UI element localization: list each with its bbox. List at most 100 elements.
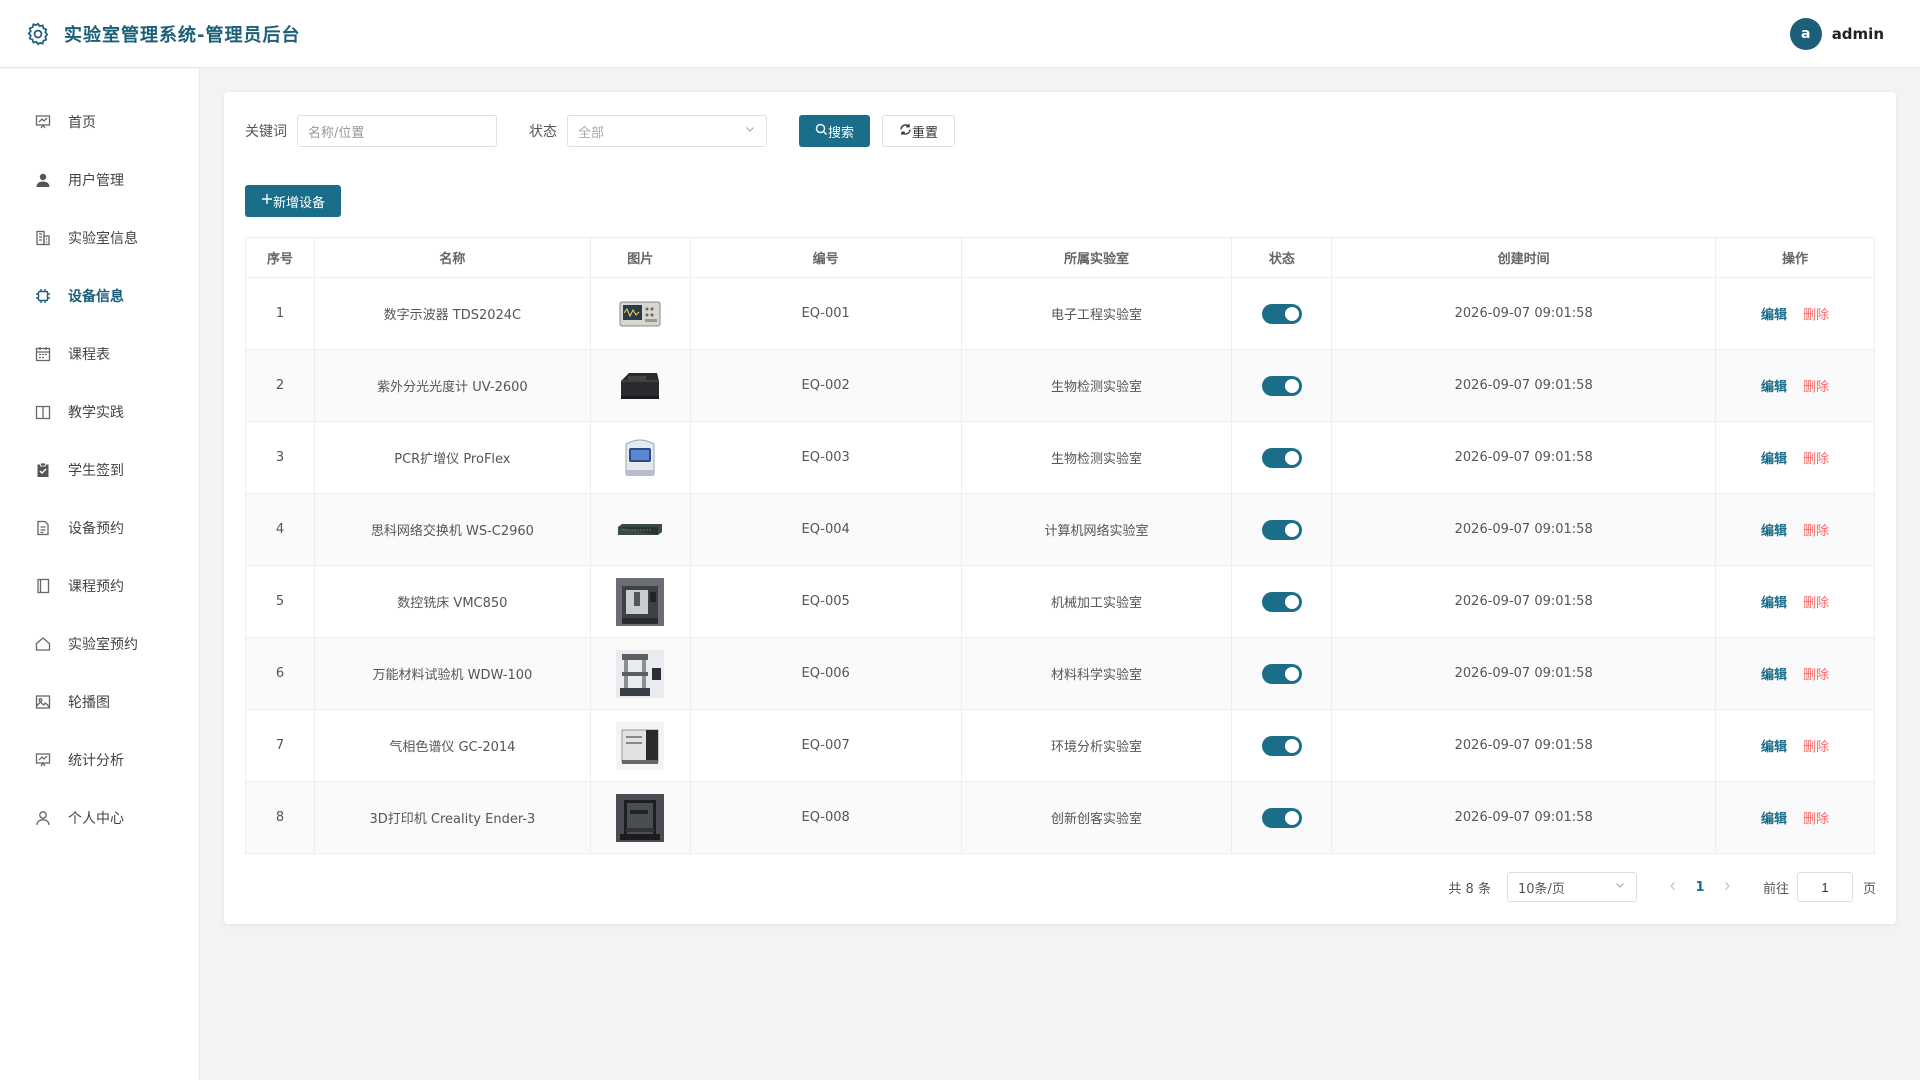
prev-page-button[interactable] bbox=[1661, 880, 1685, 895]
sidebar-item-carousel[interactable]: 轮播图 bbox=[0, 673, 199, 731]
chevron-down-icon bbox=[744, 123, 756, 139]
delete-button[interactable]: 删除 bbox=[1803, 812, 1829, 827]
sidebar: 首页 用户管理 实验室信息 设备信息 课程表 教学实践 学生签到 设备预约 课程… bbox=[0, 69, 200, 1080]
status-switch[interactable] bbox=[1261, 447, 1302, 468]
cell-created: 2026-09-07 09:01:58 bbox=[1331, 565, 1717, 638]
sidebar-item-label: 统计分析 bbox=[68, 753, 124, 769]
spectrophotometer-image[interactable] bbox=[615, 361, 665, 411]
sidebar-item-label: 设备信息 bbox=[68, 289, 124, 305]
sidebar-item-profile[interactable]: 个人中心 bbox=[0, 789, 199, 847]
sidebar-item-checkin[interactable]: 学生签到 bbox=[0, 441, 199, 499]
goto-page-input[interactable] bbox=[1796, 872, 1853, 902]
table-row: 3 PCR扩增仪 ProFlex EQ-003 生物检测实验室 2026-09-… bbox=[245, 421, 1875, 494]
equipment-panel: 关键词 名称/位置 状态 全部 搜索 重置 新增设备 序号 名称 图片 编号 所… bbox=[224, 92, 1896, 924]
table-row: 1 数字示波器 TDS2024C EQ-001 电子工程实验室 2026-09-… bbox=[245, 277, 1875, 350]
sidebar-item-equipment-booking[interactable]: 设备预约 bbox=[0, 499, 199, 557]
reset-button-label: 重置 bbox=[912, 125, 939, 141]
table-row: 8 3D打印机 Creality Ender-3 EQ-008 创新创客实验室 … bbox=[245, 781, 1875, 854]
sidebar-item-labs[interactable]: 实验室信息 bbox=[0, 209, 199, 267]
status-switch[interactable] bbox=[1261, 519, 1302, 540]
next-page-button[interactable] bbox=[1715, 880, 1739, 895]
delete-button[interactable]: 删除 bbox=[1803, 596, 1829, 611]
avatar[interactable]: a bbox=[1789, 18, 1822, 50]
status-select[interactable]: 全部 bbox=[567, 115, 767, 147]
status-switch[interactable] bbox=[1261, 591, 1302, 612]
cell-name: 气相色谱仪 GC-2014 bbox=[313, 709, 591, 782]
sidebar-item-schedule[interactable]: 课程表 bbox=[0, 325, 199, 383]
edit-button[interactable]: 编辑 bbox=[1761, 452, 1787, 467]
cell-code: EQ-004 bbox=[689, 493, 962, 566]
cell-code: EQ-006 bbox=[689, 637, 962, 710]
delete-button[interactable]: 删除 bbox=[1803, 740, 1829, 755]
cell-created: 2026-09-07 09:01:58 bbox=[1331, 637, 1717, 710]
top-bar: 实验室管理系统-管理员后台 a admin bbox=[0, 0, 1920, 68]
table-row: 6 万能材料试验机 WDW-100 EQ-006 材料科学实验室 2026-09… bbox=[245, 637, 1875, 710]
sidebar-item-users[interactable]: 用户管理 bbox=[0, 151, 199, 209]
search-icon bbox=[815, 123, 828, 140]
sidebar-item-equipment[interactable]: 设备信息 bbox=[0, 267, 199, 325]
cell-lab: 生物检测实验室 bbox=[960, 421, 1233, 494]
sidebar-item-label: 轮播图 bbox=[68, 695, 110, 711]
status-switch[interactable] bbox=[1261, 303, 1302, 324]
edit-button[interactable]: 编辑 bbox=[1761, 596, 1787, 611]
edit-button[interactable]: 编辑 bbox=[1761, 740, 1787, 755]
delete-button[interactable]: 删除 bbox=[1803, 308, 1829, 323]
status-switch[interactable] bbox=[1261, 375, 1302, 396]
material-tester-image[interactable] bbox=[615, 649, 665, 699]
status-switch[interactable] bbox=[1261, 735, 1302, 756]
cell-index: 6 bbox=[245, 637, 315, 710]
network-switch-image[interactable] bbox=[615, 505, 665, 555]
table-row: 7 气相色谱仪 GC-2014 EQ-007 环境分析实验室 2026-09-0… bbox=[245, 709, 1875, 782]
status-switch[interactable] bbox=[1261, 807, 1302, 828]
chevron-down-icon bbox=[1614, 879, 1626, 895]
table-row: 2 紫外分光光度计 UV-2600 EQ-002 生物检测实验室 2026-09… bbox=[245, 349, 1875, 422]
delete-button[interactable]: 删除 bbox=[1803, 380, 1829, 395]
sidebar-item-label: 课程表 bbox=[68, 347, 110, 363]
username[interactable]: admin bbox=[1832, 25, 1884, 43]
status-switch[interactable] bbox=[1261, 663, 1302, 684]
sidebar-item-lab-booking[interactable]: 实验室预约 bbox=[0, 615, 199, 673]
keyword-label: 关键词 bbox=[245, 124, 287, 140]
cell-index: 4 bbox=[245, 493, 315, 566]
cell-lab: 生物检测实验室 bbox=[960, 349, 1233, 422]
edit-button[interactable]: 编辑 bbox=[1761, 812, 1787, 827]
edit-button[interactable]: 编辑 bbox=[1761, 524, 1787, 539]
status-select-value: 全部 bbox=[578, 125, 605, 141]
pcr-image[interactable] bbox=[615, 433, 665, 483]
add-equipment-button[interactable]: 新增设备 bbox=[245, 185, 342, 217]
delete-button[interactable]: 删除 bbox=[1803, 452, 1829, 467]
page-size-select[interactable]: 10条/页 bbox=[1506, 872, 1637, 902]
sidebar-item-teaching[interactable]: 教学实践 bbox=[0, 383, 199, 441]
page-number-current[interactable]: 1 bbox=[1685, 880, 1715, 895]
edit-button[interactable]: 编辑 bbox=[1761, 668, 1787, 683]
dashboard-icon bbox=[34, 113, 52, 131]
status-label: 状态 bbox=[529, 124, 557, 140]
edit-button[interactable]: 编辑 bbox=[1761, 308, 1787, 323]
chart-icon bbox=[34, 751, 52, 769]
delete-button[interactable]: 删除 bbox=[1803, 524, 1829, 539]
edit-button[interactable]: 编辑 bbox=[1761, 380, 1787, 395]
3d-printer-image[interactable] bbox=[615, 793, 665, 843]
house-icon bbox=[34, 635, 52, 653]
column-header-actions: 操作 bbox=[1715, 237, 1875, 278]
chip-icon bbox=[34, 287, 52, 305]
search-button[interactable]: 搜索 bbox=[799, 115, 871, 147]
table-row: 5 数控铣床 VMC850 EQ-005 机械加工实验室 2026-09-07 … bbox=[245, 565, 1875, 638]
sidebar-item-home[interactable]: 首页 bbox=[0, 93, 199, 151]
cnc-mill-image[interactable] bbox=[615, 577, 665, 627]
user-menu[interactable]: a admin bbox=[1789, 18, 1884, 50]
page-suffix: 页 bbox=[1862, 881, 1876, 897]
sidebar-item-course-booking[interactable]: 课程预约 bbox=[0, 557, 199, 615]
goto-label: 前往 bbox=[1762, 881, 1789, 897]
sidebar-item-label: 学生签到 bbox=[68, 463, 124, 479]
app-title: 实验室管理系统-管理员后台 bbox=[64, 24, 301, 46]
reset-button[interactable]: 重置 bbox=[882, 115, 956, 147]
building-icon bbox=[34, 229, 52, 247]
sidebar-item-statistics[interactable]: 统计分析 bbox=[0, 731, 199, 789]
gas-chromatograph-image[interactable] bbox=[615, 721, 665, 771]
delete-button[interactable]: 删除 bbox=[1803, 668, 1829, 683]
oscilloscope-image[interactable] bbox=[615, 289, 665, 339]
cell-code: EQ-007 bbox=[689, 709, 962, 782]
equipment-table: 序号 名称 图片 编号 所属实验室 状态 创建时间 操作 1 数字示波器 TDS… bbox=[245, 237, 1875, 854]
keyword-input[interactable]: 名称/位置 bbox=[297, 115, 497, 147]
